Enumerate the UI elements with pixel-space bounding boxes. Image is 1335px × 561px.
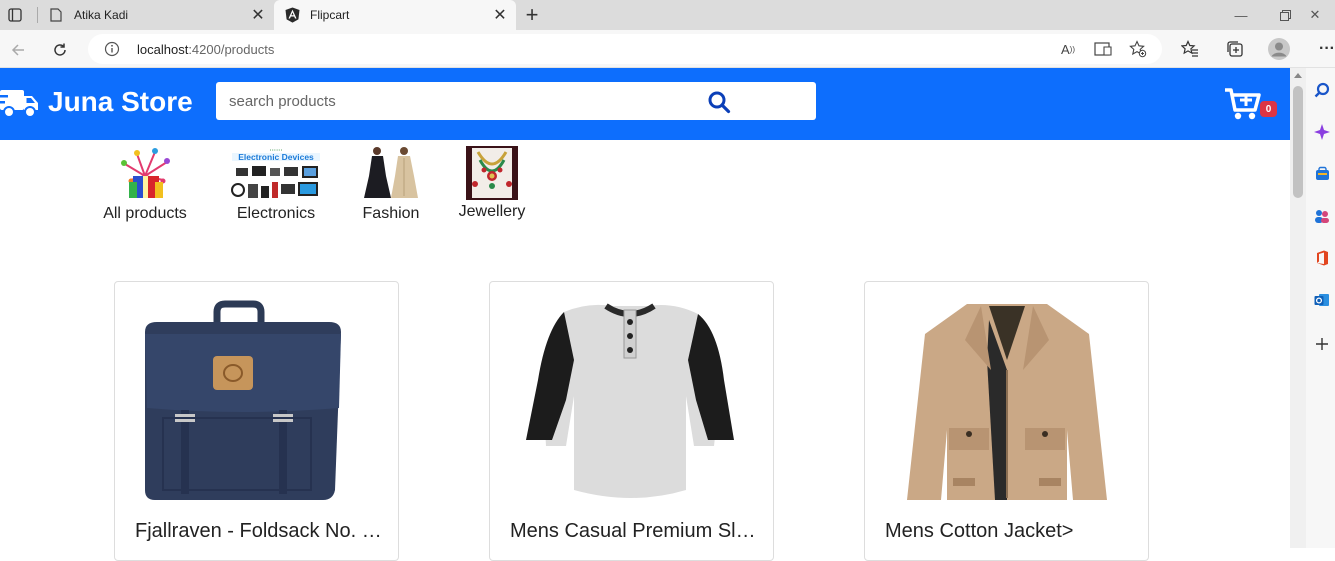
- search-sidebar-icon[interactable]: [1314, 82, 1330, 98]
- url-text: localhost:4200/products: [137, 42, 274, 57]
- search-box: [216, 82, 816, 120]
- gift-icon: [121, 148, 170, 198]
- category-label: Electronics: [236, 205, 316, 222]
- page-scrollbar[interactable]: [1290, 68, 1306, 548]
- tab-flipcart[interactable]: Flipcart ✕: [274, 0, 516, 30]
- delivery-truck-icon: [0, 90, 38, 118]
- scroll-up-arrow[interactable]: [1294, 73, 1302, 78]
- angular-icon: [284, 7, 300, 23]
- people-icon[interactable]: [1314, 208, 1330, 224]
- category-label: Jewellery: [458, 203, 526, 220]
- url-field[interactable]: localhost:4200/products A)): [88, 34, 1162, 64]
- new-tab-button[interactable]: +: [520, 2, 544, 27]
- devices-icon: • • • • • • Electronic Devices: [228, 146, 324, 202]
- add-sidebar-app-icon[interactable]: [1314, 336, 1330, 352]
- read-aloud-icon[interactable]: A)): [1057, 39, 1079, 59]
- product-card[interactable]: Mens Casual Premium Slim Fit T-Shirts: [489, 281, 774, 561]
- info-icon[interactable]: [104, 41, 120, 62]
- collections-icon[interactable]: [1224, 38, 1246, 60]
- product-card[interactable]: Fjallraven - Foldsack No. 1 Backpack, Fi…: [114, 281, 399, 561]
- copilot-sparkle-icon[interactable]: [1314, 124, 1330, 140]
- product-title[interactable]: Mens Cotton Jacket>: [885, 520, 1135, 543]
- category-label: All products: [103, 205, 187, 222]
- backpack-icon: [145, 300, 341, 500]
- necklace-icon: [466, 146, 518, 200]
- product-card[interactable]: Mens Cotton Jacket>: [864, 281, 1149, 561]
- url-host: localhost: [137, 42, 189, 57]
- scroll-thumb[interactable]: [1293, 86, 1303, 198]
- tab-atika-kadi[interactable]: Atika Kadi ✕: [38, 0, 274, 30]
- edge-sidebar: [1306, 68, 1335, 548]
- url-path: :4200/products: [188, 42, 275, 57]
- profile-avatar-icon[interactable]: [1268, 38, 1290, 60]
- tshirt-icon: [526, 303, 734, 498]
- outlook-icon[interactable]: [1314, 292, 1330, 308]
- category-electronics[interactable]: • • • • • • Electronic Devices Electroni…: [226, 146, 326, 223]
- store-header: Juna Store 0: [0, 68, 1290, 140]
- tab-title: Flipcart: [310, 8, 350, 22]
- cart-icon: [1225, 88, 1261, 120]
- search-icon: [708, 91, 731, 114]
- page-icon: [48, 7, 64, 23]
- tab-actions-icon: [8, 8, 22, 22]
- close-window-button[interactable]: ✕: [1295, 0, 1335, 30]
- jacket-icon: [907, 304, 1107, 500]
- category-all-products[interactable]: All products: [101, 146, 189, 223]
- tab-close-icon[interactable]: ✕: [248, 5, 268, 25]
- tab-actions-button[interactable]: [0, 0, 30, 30]
- category-label: Fashion: [362, 205, 420, 222]
- brand-logo[interactable]: Juna Store: [0, 82, 193, 122]
- favorites-icon[interactable]: [1179, 38, 1201, 60]
- restore-icon: [1279, 9, 1291, 21]
- add-favorite-icon[interactable]: [1127, 39, 1149, 59]
- tab-title: Atika Kadi: [74, 8, 129, 22]
- cart-button[interactable]: 0: [1224, 86, 1277, 126]
- more-options-icon[interactable]: ···: [1316, 38, 1335, 60]
- search-input[interactable]: [216, 82, 696, 120]
- tab-close-icon[interactable]: ✕: [490, 5, 510, 25]
- address-bar-row: localhost:4200/products A)) ···: [0, 30, 1335, 68]
- back-button[interactable]: [4, 36, 32, 64]
- browser-tab-bar: Atika Kadi ✕ Flipcart ✕ + — ✕: [0, 0, 1335, 30]
- product-title[interactable]: Fjallraven - Foldsack No. 1 Backpack, Fi…: [135, 520, 385, 543]
- cart-count-badge: 0: [1260, 101, 1277, 117]
- refresh-button[interactable]: [46, 36, 74, 64]
- category-jewellery[interactable]: Jewellery: [457, 146, 527, 221]
- office-icon[interactable]: [1314, 250, 1330, 266]
- refresh-icon: [54, 43, 66, 56]
- immersive-reader-icon[interactable]: [1092, 39, 1114, 59]
- back-arrow-icon: [11, 44, 24, 56]
- shopping-bag-icon[interactable]: [1314, 166, 1330, 182]
- svg-text:Electronic Devices: Electronic Devices: [238, 152, 314, 162]
- category-fashion[interactable]: Fashion: [362, 146, 420, 223]
- minimize-button[interactable]: —: [1218, 0, 1264, 30]
- search-button[interactable]: [706, 89, 732, 115]
- product-title[interactable]: Mens Casual Premium Slim Fit T-Shirts: [510, 520, 760, 543]
- brand-name: Juna Store: [48, 86, 193, 117]
- dress-icon: [364, 146, 418, 202]
